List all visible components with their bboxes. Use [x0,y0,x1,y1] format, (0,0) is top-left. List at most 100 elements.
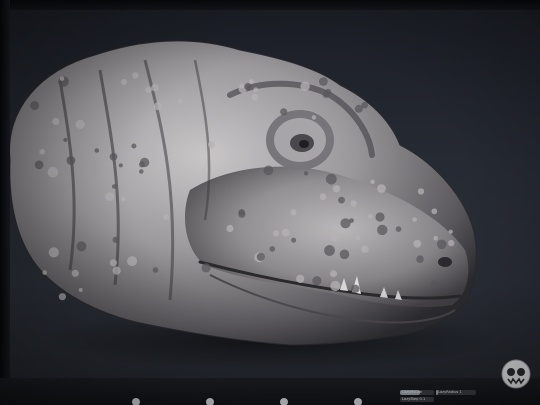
skin-bump [350,200,357,207]
skin-bump [118,163,123,168]
skin-bump [368,213,373,219]
skin-bump [112,236,120,244]
lazy-step-slider[interactable]: LazyStep 0.1 [400,397,434,402]
skin-bump [30,101,40,110]
skin-bump [120,196,126,202]
skin-bump [433,235,439,241]
skin-bump [355,235,361,241]
skin-bump [351,284,360,293]
skin-bump [244,82,252,91]
monitor-screen: LazyMouse LazyRadius 1 LazyStep 0.1 [0,0,540,405]
skin-bump [42,270,47,275]
lazy-radius-label: LazyRadius 1 [438,390,462,394]
skin-bump [319,77,328,86]
skin-bump [34,160,44,170]
skin-bump [448,229,453,234]
skin-bump [370,179,375,185]
skull-logo-icon [501,359,531,389]
skin-bump [131,143,137,149]
skin-bump [120,79,127,85]
skin-bump [281,228,290,237]
skin-bump [48,247,59,258]
skin-bump [325,173,337,185]
skin-bump [291,237,297,243]
skin-bump [339,249,350,260]
skin-bump [132,72,139,79]
skin-bump [280,108,288,116]
skin-bump [163,214,170,220]
skin-bump [300,81,310,92]
skin-bump [377,224,388,236]
skin-bump [256,252,265,261]
skin-bump [112,266,121,275]
skin-bump [436,239,447,250]
skin-bump [272,230,280,237]
skin-bump [139,169,144,174]
skin-bump [208,141,215,149]
skin-bump [39,149,45,155]
sculpt-viewport[interactable] [0,0,540,405]
lazy-radius-slider[interactable]: LazyRadius 1 [436,390,476,395]
skin-bump [58,293,66,301]
skin-bump [330,270,337,278]
skin-bump [311,115,317,120]
skin-bump [63,137,68,142]
skin-bump [47,166,59,178]
skin-bump [76,241,87,252]
skin-bump [201,263,211,273]
skin-bump [303,171,309,176]
skin-bump [412,217,417,222]
skin-bump [71,269,79,277]
skin-bump [75,119,85,129]
skin-bump [109,259,117,267]
skin-bump [59,76,65,81]
skin-bump [319,193,327,201]
skin-bump [52,117,60,126]
skin-bump [253,87,259,93]
skin-bump [395,226,402,232]
skin-bump [238,209,245,216]
skin-bump [177,98,183,104]
ui-dot[interactable] [354,398,362,405]
lazy-mouse-toggle[interactable]: LazyMouse [400,390,434,395]
skin-bump [94,148,100,153]
skin-bump [109,152,118,161]
skin-bump [340,218,351,229]
skin-bump [153,102,162,111]
skin-bump [361,245,369,253]
skin-bump [377,184,386,193]
skin-bump [361,101,369,109]
ui-dot[interactable] [132,398,140,405]
skin-bump [145,86,153,94]
trex-head-sculpt [9,40,477,346]
skin-bump [66,156,76,165]
skin-bump [332,185,341,193]
skin-bump [413,239,422,248]
skin-bump [239,83,245,89]
skin-bump [416,255,424,263]
skin-bump [330,280,341,292]
skin-bump [338,196,345,204]
skin-bump [431,208,438,215]
skin-bump [269,246,276,252]
skin-bump [296,274,305,283]
ui-dot[interactable] [206,398,214,405]
skin-bump [111,184,117,189]
skin-bump [226,224,234,233]
skin-bump [312,276,322,286]
skin-bump [139,157,150,168]
skin-bump [105,192,115,202]
ui-dot[interactable] [280,398,288,405]
skin-bump [248,79,254,84]
skin-bump [448,239,455,247]
skin-bump [263,165,274,176]
skin-bump [329,231,341,242]
skin-bump [322,90,330,98]
skin-bump [151,83,159,92]
monitor-bezel-left [0,0,10,405]
lazy-step-label: LazyStep 0.1 [402,397,426,401]
skin-bump [375,212,385,222]
lazy-mouse-label: LazyMouse [402,390,422,394]
skin-bump [290,209,297,216]
skin-bump [324,245,335,256]
